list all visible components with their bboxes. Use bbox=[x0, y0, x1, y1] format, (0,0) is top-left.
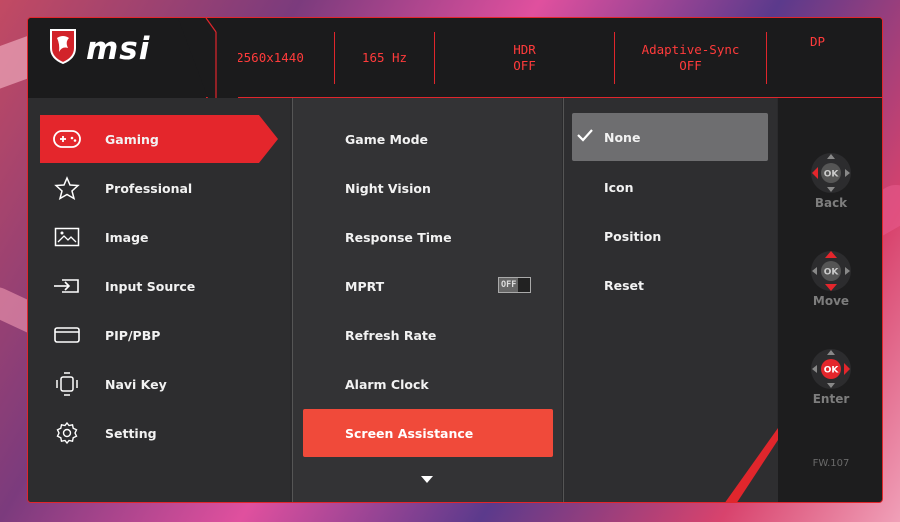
gamepad-icon bbox=[52, 127, 82, 151]
sub-item-label: Game Mode bbox=[345, 131, 429, 147]
options-panel: None Icon Position Reset bbox=[563, 98, 778, 502]
input-source-icon bbox=[52, 274, 82, 298]
dragon-shield-icon bbox=[50, 29, 76, 64]
menu-item-professional[interactable]: Professional bbox=[40, 164, 278, 212]
sub-menu: Game Mode Night Vision Response Time MPR… bbox=[292, 98, 562, 502]
enter-key-center: OK bbox=[824, 366, 840, 376]
menu-item-label: PIP/PBP bbox=[105, 327, 161, 343]
header: msi 2560x1440 165 Hz HDR OFF Adaptive-Sy… bbox=[28, 18, 882, 98]
status-input-value: DP bbox=[809, 34, 826, 49]
sub-item-game-mode[interactable]: Game Mode bbox=[303, 115, 553, 163]
option-icon[interactable]: Icon bbox=[572, 163, 768, 211]
move-label: Move bbox=[812, 294, 850, 308]
option-label: Icon bbox=[604, 179, 634, 195]
back-key-icon: OK bbox=[811, 153, 851, 193]
sub-item-label: Screen Assistance bbox=[345, 425, 474, 441]
menu-item-label: Navi Key bbox=[105, 376, 167, 392]
status-resolution-value: 2560x1440 bbox=[236, 50, 304, 65]
sub-item-label: Alarm Clock bbox=[345, 376, 429, 392]
sub-item-mprt[interactable]: MPRT OFF bbox=[303, 262, 553, 310]
option-label: Position bbox=[604, 228, 662, 244]
back-label: Back bbox=[814, 196, 848, 210]
menu-item-label: Professional bbox=[105, 180, 193, 196]
mprt-toggle[interactable]: OFF bbox=[498, 277, 531, 293]
option-position[interactable]: Position bbox=[572, 212, 768, 260]
status-bar: 2560x1440 165 Hz HDR OFF Adaptive-Sync O… bbox=[206, 18, 882, 98]
status-adaptive-sync-label: Adaptive-Sync bbox=[641, 42, 740, 57]
corner-accent bbox=[725, 428, 778, 502]
osd-window: msi 2560x1440 165 Hz HDR OFF Adaptive-Sy… bbox=[27, 17, 883, 503]
status-hdr-label: HDR bbox=[513, 42, 536, 57]
sub-item-label: Refresh Rate bbox=[345, 327, 437, 343]
sub-item-label: Night Vision bbox=[345, 180, 431, 196]
back-key-center: OK bbox=[824, 170, 840, 180]
sub-item-screen-assistance[interactable]: Screen Assistance bbox=[303, 409, 553, 457]
status-hdr-value: OFF bbox=[513, 58, 536, 73]
option-none[interactable]: None bbox=[572, 113, 768, 161]
status-adaptive-sync: Adaptive-Sync OFF bbox=[614, 32, 766, 84]
navi-key-icon bbox=[52, 372, 82, 396]
checkmark-icon bbox=[577, 129, 593, 142]
menu-item-input-source[interactable]: Input Source bbox=[40, 262, 278, 310]
enter-label: Enter bbox=[812, 392, 850, 406]
option-label: None bbox=[604, 129, 641, 145]
menu-item-label: Gaming bbox=[105, 131, 159, 147]
status-input: DP bbox=[766, 32, 868, 84]
main-menu: Gaming Professional Image Input Source P… bbox=[28, 98, 290, 502]
status-refresh-rate: 165 Hz bbox=[334, 32, 434, 84]
sub-item-response-time[interactable]: Response Time bbox=[303, 213, 553, 261]
menu-item-navi-key[interactable]: Navi Key bbox=[40, 360, 278, 408]
sub-item-refresh-rate[interactable]: Refresh Rate bbox=[303, 311, 553, 359]
menu-item-label: Image bbox=[105, 229, 149, 245]
sub-item-label: Response Time bbox=[345, 229, 452, 245]
sub-item-night-vision[interactable]: Night Vision bbox=[303, 164, 553, 212]
menu-item-label: Input Source bbox=[105, 278, 196, 294]
option-label: Reset bbox=[604, 277, 644, 293]
sub-item-label: MPRT bbox=[345, 278, 385, 294]
toggle-knob bbox=[518, 278, 530, 292]
sub-item-alarm-clock[interactable]: Alarm Clock bbox=[303, 360, 553, 408]
option-reset[interactable]: Reset bbox=[572, 261, 768, 309]
navi-key-guide: OK Back OK Move OK Enter FW.107 bbox=[778, 98, 882, 502]
move-key-center: OK bbox=[824, 268, 840, 278]
menu-item-setting[interactable]: Setting bbox=[40, 409, 278, 457]
menu-item-gaming[interactable]: Gaming bbox=[40, 115, 278, 163]
enter-key-icon: OK bbox=[811, 349, 851, 389]
gear-icon bbox=[52, 421, 82, 445]
menu-item-label: Setting bbox=[105, 425, 157, 441]
firmware-version: FW.107 bbox=[812, 458, 850, 469]
header-divider bbox=[178, 18, 238, 98]
menu-item-image[interactable]: Image bbox=[40, 213, 278, 261]
status-hdr: HDR OFF bbox=[434, 32, 614, 84]
pip-icon bbox=[52, 323, 82, 347]
star-icon bbox=[52, 176, 82, 200]
image-icon bbox=[52, 225, 82, 249]
mprt-toggle-state: OFF bbox=[499, 278, 519, 292]
move-key-icon: OK bbox=[811, 251, 851, 291]
menu-item-pip-pbp[interactable]: PIP/PBP bbox=[40, 311, 278, 359]
scroll-down-arrow-icon[interactable] bbox=[421, 476, 433, 483]
brand-name: msi bbox=[86, 31, 151, 67]
status-refresh-rate-value: 165 Hz bbox=[361, 50, 408, 65]
status-adaptive-sync-value: OFF bbox=[679, 58, 702, 73]
